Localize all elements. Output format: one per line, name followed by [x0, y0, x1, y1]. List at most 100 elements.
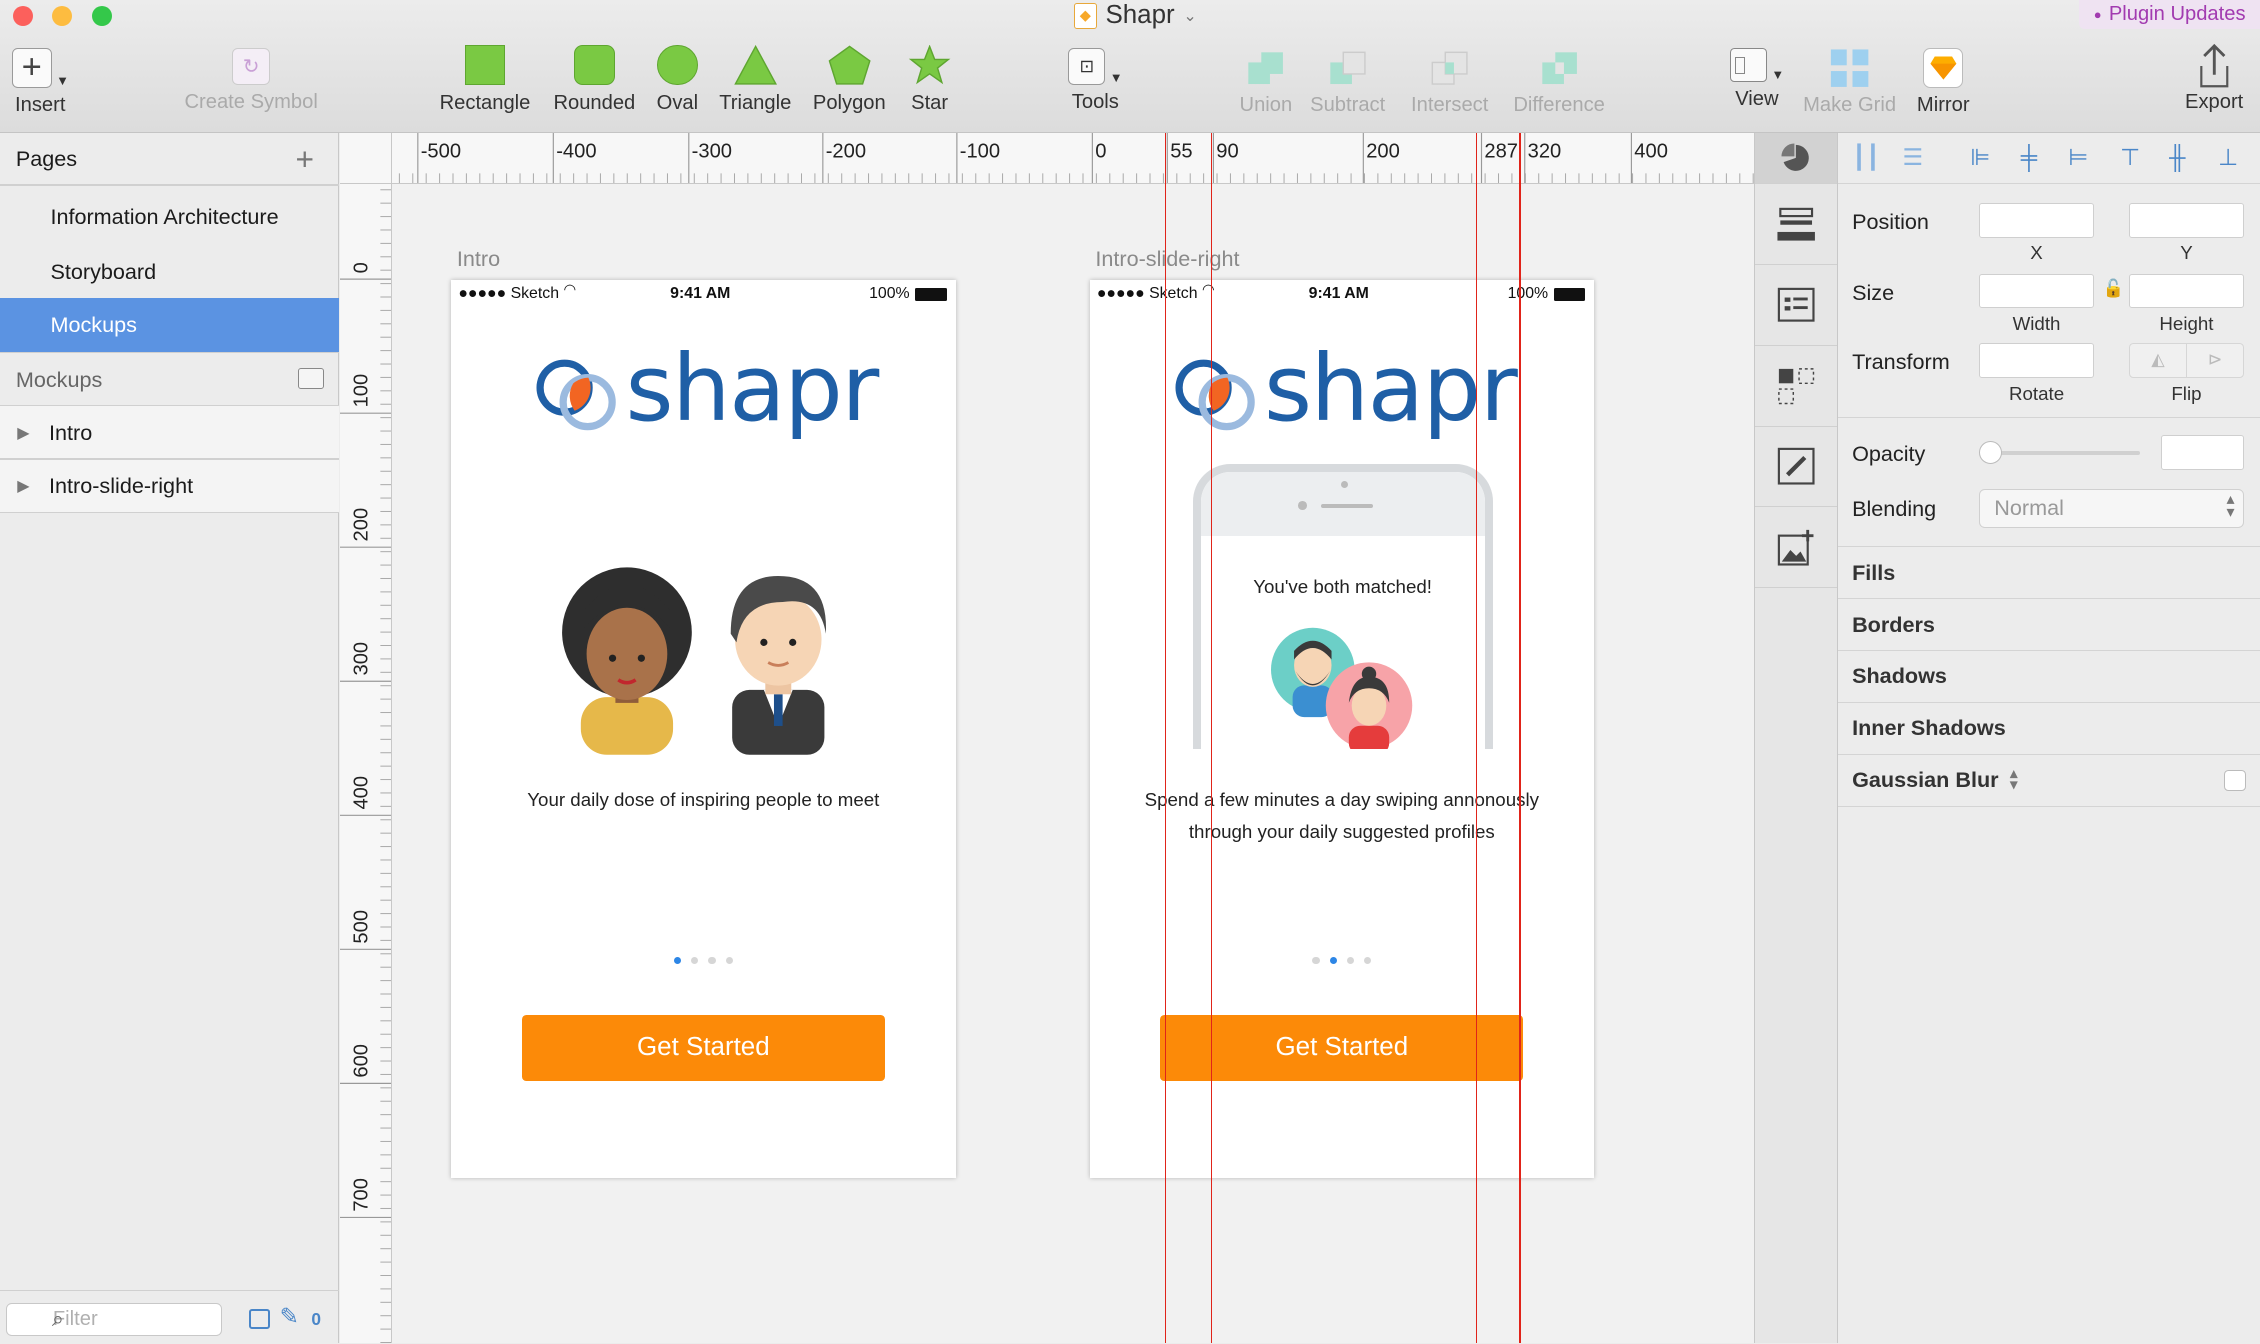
gaussian-blur-checkbox[interactable]: [2223, 769, 2246, 792]
blending-select[interactable]: Normal ▴ ▾: [1978, 488, 2245, 528]
subtract-button[interactable]: Subtract: [1310, 48, 1385, 117]
distribute-vertical-icon[interactable]: ☰: [1903, 144, 1924, 171]
height-input[interactable]: [2128, 273, 2245, 309]
get-started-button[interactable]: Get Started: [521, 1014, 885, 1081]
create-symbol-button[interactable]: ↻ Create Symbol: [184, 47, 318, 114]
polygon-tool[interactable]: Polygon: [813, 43, 886, 115]
rounded-rectangle-icon: [574, 44, 615, 86]
align-left-icon[interactable]: ⊫: [1970, 144, 1990, 171]
mirror-label: Mirror: [1916, 93, 1970, 116]
flip-horizontal-icon[interactable]: ◭: [2130, 344, 2187, 377]
zoom-window-button[interactable]: [92, 5, 113, 26]
opacity-slider-thumb[interactable]: [1978, 441, 2002, 465]
page-item-storyboard[interactable]: Storyboard: [0, 245, 339, 298]
view-button[interactable]: ▼ View: [1729, 47, 1784, 111]
position-y-input[interactable]: [2128, 203, 2245, 238]
rectangle-tool[interactable]: Rectangle: [440, 43, 530, 115]
battery-icon: [1553, 288, 1586, 302]
search-icon: ⌕: [51, 1305, 64, 1331]
union-button[interactable]: Union: [1240, 48, 1292, 117]
pencil-icon[interactable]: ✎: [280, 1303, 299, 1330]
add-page-icon[interactable]: +: [295, 141, 314, 178]
layer-item-intro-slide-right[interactable]: ▶ Intro-slide-right: [0, 459, 339, 514]
page-item-information-architecture[interactable]: Information Architecture: [0, 190, 339, 243]
flip-vertical-icon[interactable]: ⊳: [2187, 344, 2243, 377]
opacity-input[interactable]: [2160, 435, 2245, 470]
mirror-icon: [1923, 47, 1964, 88]
lock-icon[interactable]: 🔓: [2103, 278, 2125, 299]
create-symbol-label: Create Symbol: [184, 90, 318, 113]
inspector-tab-style[interactable]: [1755, 132, 1838, 185]
opacity-slider[interactable]: [1981, 451, 2141, 456]
intersect-button[interactable]: Intersect: [1411, 48, 1488, 117]
borders-section[interactable]: Borders: [1837, 598, 2260, 650]
artboard-intro[interactable]: ●●●●● Sketch ◠ 9:41 AM 100% shapr Your d…: [451, 279, 956, 1178]
symbols-filter-icon[interactable]: [249, 1308, 270, 1329]
ruler-corner: [340, 132, 393, 185]
gaussian-blur-section[interactable]: Gaussian Blur ▴ ▾: [1837, 753, 2260, 806]
align-right-icon[interactable]: ⊨: [2068, 144, 2088, 171]
inner-shadows-section[interactable]: Inner Shadows: [1837, 701, 2260, 754]
star-tool[interactable]: Star: [908, 43, 951, 115]
logo-wordmark: shapr: [625, 334, 880, 443]
vertical-ruler[interactable]: 0 100 200 300 400 500 600 700: [340, 184, 393, 1344]
distribute-vertical-button[interactable]: [1755, 184, 1838, 266]
make-grid-button[interactable]: Make Grid: [1803, 48, 1896, 117]
plugin-updates-button[interactable]: ● Plugin Updates: [2079, 0, 2260, 29]
ruler-tick-label: 400: [351, 776, 373, 810]
artboard-icon[interactable]: [298, 367, 325, 390]
align-center-icon[interactable]: ╪: [2021, 144, 2037, 171]
ruler-tick-label: 500: [351, 910, 373, 944]
position-x-input[interactable]: [1978, 203, 2095, 238]
align-middle-icon[interactable]: ╫: [2169, 144, 2185, 171]
disclosure-triangle-icon[interactable]: ▶: [17, 476, 49, 496]
rounded-tool[interactable]: Rounded: [553, 43, 635, 115]
insert-button[interactable]: + ▼ Insert: [11, 47, 69, 117]
artboard-label-intro-slide-right[interactable]: Intro-slide-right: [1095, 246, 1239, 272]
tools-button[interactable]: ⊡ ▼ Tools: [1068, 47, 1123, 114]
layer-item-intro[interactable]: ▶ Intro: [0, 406, 339, 460]
difference-button[interactable]: Difference: [1513, 48, 1605, 117]
guide-line[interactable]: [1210, 132, 1213, 1344]
oval-label: Oval: [656, 92, 699, 115]
guide-line[interactable]: [1475, 132, 1478, 1344]
canvas[interactable]: Intro ●●●●● Sketch ◠ 9:41 AM 100% shapr: [392, 184, 1755, 1344]
fills-section[interactable]: Fills: [1837, 546, 2260, 598]
union-icon: [1248, 51, 1284, 84]
symbol-grid-button[interactable]: [1755, 346, 1838, 427]
ruler-tick-label: 200: [1366, 140, 1400, 162]
updown-chevron-icon[interactable]: ▴ ▾: [2010, 766, 2017, 792]
get-started-button[interactable]: Get Started: [1160, 1014, 1524, 1081]
text-list-button[interactable]: [1755, 265, 1838, 346]
page-item-mockups[interactable]: Mockups: [0, 298, 339, 352]
distribute-horizontal-icon[interactable]: ┃┃: [1852, 144, 1880, 171]
matched-text: You've both matched!: [1253, 575, 1432, 597]
disclosure-triangle-icon[interactable]: ▶: [17, 423, 49, 443]
window-title[interactable]: ◆ Shapr ⌄: [1073, 0, 1197, 32]
edit-shape-button[interactable]: [1755, 427, 1838, 508]
align-top-icon[interactable]: ⊤: [2120, 144, 2140, 171]
ruler-tick-label: -500: [421, 140, 461, 162]
minimize-window-button[interactable]: [51, 5, 73, 26]
align-bottom-icon[interactable]: ⊥: [2218, 144, 2238, 171]
triangle-tool[interactable]: Triangle: [719, 43, 791, 115]
guide-line[interactable]: [1164, 132, 1166, 1344]
updown-chevron-icon: ▴ ▾: [2226, 490, 2235, 521]
export-button[interactable]: Export: [2185, 43, 2243, 114]
artboard-label-intro[interactable]: Intro: [457, 246, 500, 272]
guide-line[interactable]: [1519, 132, 1521, 1344]
oval-tool[interactable]: Oval: [656, 43, 699, 115]
horizontal-ruler[interactable]: -500 -400 -300 -200 -100 0 55 90 200 287 320 400: [340, 132, 1755, 185]
subtract-label: Subtract: [1310, 93, 1386, 116]
close-window-button[interactable]: [12, 5, 34, 26]
ruler-tick-label: 0: [351, 263, 373, 274]
shadows-section[interactable]: Shadows: [1837, 650, 2260, 702]
export-icon: [2200, 44, 2229, 88]
flip-control[interactable]: ◭ ⊳: [2128, 343, 2245, 378]
add-image-button[interactable]: [1755, 507, 1838, 589]
rotate-input[interactable]: [1978, 343, 2095, 378]
width-input[interactable]: [1978, 273, 2095, 309]
mirror-button[interactable]: Mirror: [1916, 47, 1970, 117]
layers-title: Mockups: [15, 366, 103, 392]
filter-input[interactable]: Filter: [5, 1302, 222, 1337]
